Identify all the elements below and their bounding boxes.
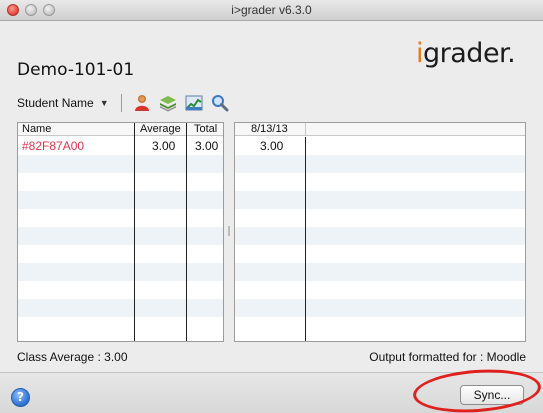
column-divider xyxy=(134,123,135,341)
sort-by-label: Student Name xyxy=(17,96,94,110)
table-row xyxy=(235,173,525,191)
output-format-label: Output formatted for : Moodle xyxy=(369,350,526,364)
table-row xyxy=(18,191,223,209)
table-row xyxy=(18,227,223,245)
average-cell: 3.00 xyxy=(152,139,176,153)
student-table[interactable]: Name Average Total #82F87A00 3.00 3.00 xyxy=(17,122,224,342)
app-window: i>grader v6.3.0 Demo-101-01 igrader. Stu… xyxy=(0,0,543,413)
sync-button[interactable]: Sync... xyxy=(460,385,524,405)
logo-prefix: i xyxy=(416,38,424,69)
table-row[interactable]: 3.00 xyxy=(235,137,525,155)
scores-table-header: 8/13/13 xyxy=(235,123,525,136)
toolbar: Student Name ▼ xyxy=(17,92,236,114)
table-row xyxy=(18,173,223,191)
igrader-logo: igrader. xyxy=(416,38,516,69)
table-row xyxy=(18,263,223,281)
student-button[interactable] xyxy=(132,93,152,113)
help-button[interactable]: ? xyxy=(11,388,30,407)
table-row xyxy=(235,155,525,173)
table-row xyxy=(18,317,223,335)
pane-splitter[interactable] xyxy=(224,122,234,342)
table-row xyxy=(235,209,525,227)
table-row xyxy=(18,299,223,317)
table-row xyxy=(18,155,223,173)
table-row xyxy=(18,209,223,227)
col-name-header[interactable]: Name xyxy=(22,123,51,136)
course-title: Demo-101-01 xyxy=(17,60,135,80)
scores-table[interactable]: 8/13/13 3.00 xyxy=(234,122,526,342)
student-icon xyxy=(134,95,149,111)
chart-icon xyxy=(185,95,203,111)
col-date-header[interactable]: 8/13/13 xyxy=(251,123,288,136)
table-row xyxy=(18,281,223,299)
sort-by-dropdown[interactable]: Student Name ▼ xyxy=(17,96,109,110)
student-table-header: Name Average Total xyxy=(18,123,223,136)
chart-button[interactable] xyxy=(184,93,204,113)
table-row[interactable]: #82F87A00 3.00 3.00 xyxy=(18,137,223,155)
table-row xyxy=(235,191,525,209)
stack-button[interactable] xyxy=(158,93,178,113)
table-row xyxy=(235,281,525,299)
header-divider xyxy=(305,123,306,136)
search-icon xyxy=(211,95,229,112)
splitter-grip-icon xyxy=(228,226,230,236)
window-title: i>grader v6.3.0 xyxy=(231,3,312,17)
class-average-label: Class Average : 3.00 xyxy=(17,350,128,364)
table-row xyxy=(235,227,525,245)
column-divider xyxy=(186,123,187,341)
table-row xyxy=(235,263,525,281)
stack-icon xyxy=(159,96,176,112)
logo-suffix: grader. xyxy=(423,38,516,69)
dropdown-caret-icon: ▼ xyxy=(99,98,109,108)
table-row xyxy=(235,299,525,317)
toolbar-divider xyxy=(120,94,122,112)
column-divider xyxy=(305,137,306,341)
table-row xyxy=(18,245,223,263)
col-average-header[interactable]: Average xyxy=(140,123,181,136)
score-cell[interactable]: 3.00 xyxy=(260,138,283,154)
table-row xyxy=(235,317,525,335)
title-bar[interactable]: i>grader v6.3.0 xyxy=(0,0,543,21)
total-cell: 3.00 xyxy=(195,139,219,153)
search-button[interactable] xyxy=(210,93,230,113)
col-total-header[interactable]: Total xyxy=(194,123,217,136)
table-row xyxy=(235,245,525,263)
student-name-cell[interactable]: #82F87A00 xyxy=(22,138,84,154)
